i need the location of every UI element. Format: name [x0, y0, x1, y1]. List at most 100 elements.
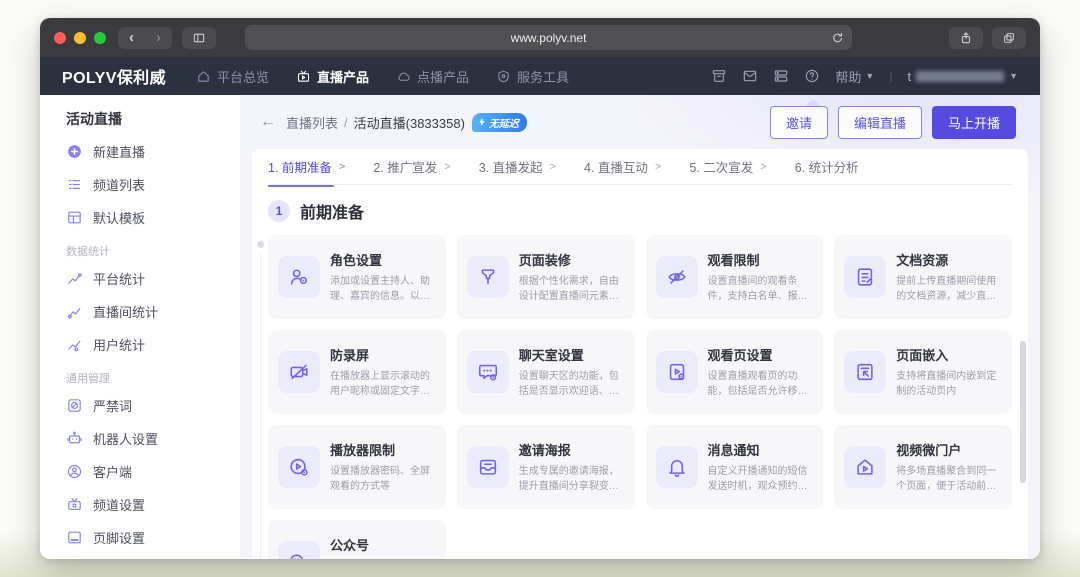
chart2-icon: [66, 303, 83, 320]
action-button-2[interactable]: 马上开播: [932, 106, 1016, 139]
mail-button[interactable]: [742, 68, 758, 84]
sidebar-item-2-0[interactable]: 严禁词: [66, 389, 240, 422]
feature-card-3[interactable]: 文档资源提前上传直播期间使用的文档资源，减少直播中的失...: [834, 235, 1012, 319]
feature-card-4[interactable]: 防录屏在播放器上显示滚动的用户昵称或固定文字，达到防...: [268, 330, 446, 414]
sidebar-item-1-2[interactable]: 用户统计: [66, 328, 240, 361]
timeline-line: [260, 253, 261, 559]
chevron-right-icon: >: [444, 161, 450, 173]
plus-circle-icon: [66, 143, 83, 160]
history-nav-group: ‹ ›: [118, 27, 172, 49]
username-redacted: [916, 71, 1004, 82]
help-menu[interactable]: 帮助 ▼: [835, 67, 874, 86]
card-icon-tile: [467, 446, 509, 488]
feature-card-11[interactable]: 视频微门户将多场直播聚合到同一个页面，便于活动前期的宣发...: [834, 425, 1012, 509]
sidebar-item-0-1[interactable]: 频道列表: [66, 168, 240, 201]
username-prefix: t: [907, 69, 911, 84]
feature-card-1[interactable]: 页面装修根据个性化需求，自由设计配置直播间元素。支持自...: [457, 235, 635, 319]
nav-item-0[interactable]: 平台总览: [196, 67, 269, 86]
tab-label: 3. 直播发起: [479, 157, 543, 176]
polyv-logo: POLYV保利威: [62, 64, 166, 88]
card-description: 设置直播观看页的功能，包括是否允许移动端观看等: [708, 369, 812, 400]
breadcrumb-separator: /: [344, 115, 348, 130]
tab-4[interactable]: 4. 直播互动>: [584, 157, 661, 176]
section-number-badge: 1: [268, 200, 290, 222]
card-icon-tile: [844, 446, 886, 488]
section-title: 前期准备: [300, 199, 364, 223]
sidebar-item-1-1[interactable]: 直播间统计: [66, 295, 240, 328]
feature-card-2[interactable]: 观看限制设置直播间的观看条件，支持白名单、报名观看、验...: [646, 235, 824, 319]
tab-2[interactable]: 2. 推广宣发>: [373, 157, 450, 176]
card-icon-tile: [278, 256, 320, 298]
sidebar-item-label: 页脚设置: [93, 528, 145, 547]
poster-icon: [477, 456, 499, 478]
feature-card-6[interactable]: 观看页设置设置直播观看页的功能，包括是否允许移动端观看等: [646, 330, 824, 414]
card-icon-tile: [278, 351, 320, 393]
card-description: 设置播放器密码、全屏观看的方式等: [330, 464, 434, 495]
sidebar-group-label-2: 通用管理: [66, 370, 240, 386]
action-button-0[interactable]: 邀请: [770, 106, 828, 139]
card-text: 邀请海报生成专属的邀请海报，提升直播间分享裂变的效果: [519, 440, 623, 495]
card-icon-tile: [467, 351, 509, 393]
console-button[interactable]: [773, 68, 789, 84]
watch-page-icon: [666, 361, 688, 383]
tab-5[interactable]: 5. 二次宣发>: [689, 157, 766, 176]
feature-card-7[interactable]: 页面嵌入支持将直播间内嵌到定制的活动页内: [834, 330, 1012, 414]
tab-1[interactable]: 1. 前期准备>: [268, 157, 345, 176]
sidebar-item-0-2[interactable]: 默认模板: [66, 201, 240, 234]
sidebar-toggle-button[interactable]: [182, 27, 216, 49]
sidebar-item-2-3[interactable]: 频道设置: [66, 488, 240, 521]
close-window-button[interactable]: [54, 32, 66, 44]
tab-3[interactable]: 3. 直播发起>: [479, 157, 556, 176]
feature-card-0[interactable]: 角色设置添加或设置主持人、助理、嘉宾的信息。以及新增助...: [268, 235, 446, 319]
nav-item-2[interactable]: 点播产品: [396, 67, 469, 86]
share-button[interactable]: [949, 27, 983, 49]
user-account-menu[interactable]: t ▼: [907, 69, 1018, 84]
sidebar-item-2-1[interactable]: 机器人设置: [66, 422, 240, 455]
cloud-icon: [396, 69, 411, 84]
embed-icon: [854, 361, 876, 383]
tab-6[interactable]: 6. 统计分析: [795, 157, 859, 176]
sidebar-item-2-2[interactable]: 客户端: [66, 455, 240, 488]
minimize-window-button[interactable]: [74, 32, 86, 44]
back-button[interactable]: ‹: [118, 27, 145, 49]
scrollbar-thumb[interactable]: [1020, 341, 1026, 483]
sidebar-item-label: 默认模板: [93, 208, 145, 227]
url-text: www.polyv.net: [511, 31, 587, 45]
zoom-window-button[interactable]: [94, 32, 106, 44]
breadcrumb-parent[interactable]: 直播列表: [286, 113, 338, 132]
forbidden-icon: [66, 397, 83, 414]
nav-item-3[interactable]: 服务工具: [496, 67, 569, 86]
archive-button[interactable]: [711, 68, 727, 84]
back-arrow-icon[interactable]: ←: [260, 113, 276, 131]
help-label: 帮助: [835, 67, 861, 86]
cards-wrap: 角色设置添加或设置主持人、助理、嘉宾的信息。以及新增助...页面装修根据个性化需…: [268, 235, 1012, 559]
sidebar-item-0-0[interactable]: 新建直播: [66, 135, 240, 168]
card-title: 页面装修: [519, 250, 623, 269]
forward-button[interactable]: ›: [145, 27, 172, 49]
share-icon: [959, 31, 973, 45]
sidebar-item-2-4[interactable]: 页脚设置: [66, 521, 240, 554]
reload-icon[interactable]: [831, 31, 844, 44]
robot-icon: [66, 430, 83, 447]
action-button-1[interactable]: 编辑直播: [838, 106, 922, 139]
question-button[interactable]: [804, 68, 820, 84]
chevron-right-icon: >: [655, 161, 661, 173]
sidebar-item-1-0[interactable]: 平台统计: [66, 262, 240, 295]
nav-item-label: 点播产品: [417, 67, 469, 86]
url-field[interactable]: www.polyv.net: [245, 25, 852, 50]
tab-label: 5. 二次宣发: [689, 157, 753, 176]
card-text: 文档资源提前上传直播期间使用的文档资源，减少直播中的失...: [896, 250, 1000, 305]
feature-card-9[interactable]: 邀请海报生成专属的邀请海报，提升直播间分享裂变的效果: [457, 425, 635, 509]
feature-card-10[interactable]: 消息通知自定义开播通知的短信发送时机，观众预约直播后，...: [646, 425, 824, 509]
chart-icon: [66, 270, 83, 287]
chat-settings-icon: [477, 361, 499, 383]
feature-card-5[interactable]: 聊天室设置设置聊天区的功能，包括是否显示欢迎语、是否支持...: [457, 330, 635, 414]
feature-card-12[interactable]: 公众号适用于直播间引流至公众号或客服，沉淀用户至私域...: [268, 520, 446, 559]
card-title: 聊天室设置: [519, 345, 623, 364]
window-controls: [54, 32, 106, 44]
card-text: 公众号适用于直播间引流至公众号或客服，沉淀用户至私域...: [330, 535, 434, 560]
tab-overview-button[interactable]: [992, 27, 1026, 49]
nav-item-1[interactable]: 直播产品: [296, 67, 369, 86]
feature-card-8[interactable]: 播放器限制设置播放器密码、全屏观看的方式等: [268, 425, 446, 509]
chevron-right-icon: >: [339, 161, 345, 173]
